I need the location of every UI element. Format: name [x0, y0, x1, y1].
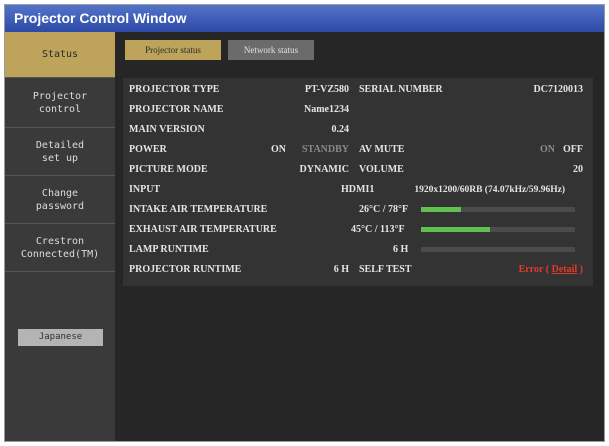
row-input: INPUT HDMI1 1920x1200/60RB (74.07kHz/59.…	[123, 180, 593, 200]
power-standby-state: STANDBY	[301, 144, 349, 155]
sidebar-item-crestron-connected[interactable]: Crestron Connected(TM)	[5, 224, 115, 272]
projector-type-label: PROJECTOR TYPE	[129, 84, 220, 95]
self-test-error-text: Error	[518, 264, 544, 275]
picture-mode-label: PICTURE MODE	[129, 164, 208, 175]
serial-number-label: SERIAL NUMBER	[359, 84, 443, 95]
japanese-language-button[interactable]: Japanese	[18, 329, 103, 346]
row-projector-runtime: PROJECTOR RUNTIME 6 H SELF TEST Error ( …	[123, 260, 593, 280]
row-intake-temp: INTAKE AIR TEMPERATURE 26°C / 78°F	[123, 200, 593, 220]
projector-type-value: PT-VZ580	[304, 84, 349, 95]
row-main-version: MAIN VERSION 0.24	[123, 120, 593, 140]
self-test-status: Error ( Detail )	[519, 260, 583, 280]
lamp-runtime-label: LAMP RUNTIME	[129, 244, 209, 255]
power-on-state: ON	[271, 144, 286, 155]
sidebar: Status Projector control Detailed set up…	[5, 32, 115, 441]
main-version-label: MAIN VERSION	[129, 124, 205, 135]
serial-number-value: DC7120013	[533, 84, 583, 95]
tab-projector-status[interactable]: Projector status	[125, 40, 221, 60]
main-content: Projector status Network status PROJECTO…	[115, 32, 604, 441]
input-signal-value: 1920x1200/60RB (74.07kHz/59.96Hz)	[414, 185, 565, 195]
volume-value: 20	[573, 164, 583, 175]
lamp-runtime-gauge	[421, 247, 575, 252]
exhaust-temp-value: 45°C / 113°F	[351, 224, 405, 235]
volume-label: VOLUME	[359, 164, 404, 175]
row-projector-type: PROJECTOR TYPE PT-VZ580 SERIAL NUMBER DC…	[123, 80, 593, 100]
row-exhaust-temp: EXHAUST AIR TEMPERATURE 45°C / 113°F	[123, 220, 593, 240]
intake-temp-value: 26°C / 78°F	[359, 204, 409, 215]
self-test-detail-link[interactable]: Detail	[552, 264, 578, 275]
projector-name-value: Name1234	[304, 104, 349, 115]
av-mute-label: AV MUTE	[359, 144, 405, 155]
exhaust-temp-gauge	[421, 227, 575, 232]
status-panel: PROJECTOR TYPE PT-VZ580 SERIAL NUMBER DC…	[123, 78, 593, 286]
sidebar-item-detailed-set-up[interactable]: Detailed set up	[5, 128, 115, 176]
exhaust-temp-gauge-fill	[421, 227, 491, 232]
exhaust-temp-label: EXHAUST AIR TEMPERATURE	[129, 224, 277, 235]
av-mute-off-state: OFF	[563, 144, 583, 155]
row-projector-name: PROJECTOR NAME Name1234	[123, 100, 593, 120]
input-label: INPUT	[129, 184, 161, 195]
projector-control-window: Projector Control Window Status Projecto…	[4, 4, 605, 442]
lamp-runtime-value: 6 H	[393, 244, 409, 255]
main-version-value: 0.24	[331, 124, 350, 135]
window-title: Projector Control Window	[5, 5, 604, 32]
self-test-label: SELF TEST	[359, 264, 412, 275]
picture-mode-value: DYNAMIC	[299, 164, 349, 175]
projector-name-label: PROJECTOR NAME	[129, 104, 224, 115]
av-mute-on-state: ON	[540, 144, 555, 155]
sidebar-item-projector-control[interactable]: Projector control	[5, 78, 115, 128]
intake-temp-gauge-fill	[421, 207, 462, 212]
self-test-open-paren: (	[545, 264, 550, 275]
sidebar-item-change-password[interactable]: Change password	[5, 176, 115, 224]
sidebar-item-status[interactable]: Status	[5, 32, 115, 78]
projector-runtime-value: 6 H	[333, 264, 349, 275]
power-label: POWER	[129, 144, 167, 155]
intake-temp-gauge	[421, 207, 575, 212]
self-test-close-paren: )	[579, 264, 583, 275]
row-power: POWER ON STANDBY AV MUTE ON OFF	[123, 140, 593, 160]
projector-runtime-label: PROJECTOR RUNTIME	[129, 264, 242, 275]
row-picture-mode: PICTURE MODE DYNAMIC VOLUME 20	[123, 160, 593, 180]
intake-temp-label: INTAKE AIR TEMPERATURE	[129, 204, 268, 215]
row-lamp-runtime: LAMP RUNTIME 6 H	[123, 240, 593, 260]
tab-network-status[interactable]: Network status	[228, 40, 314, 60]
input-source-value: HDMI1	[341, 184, 375, 195]
